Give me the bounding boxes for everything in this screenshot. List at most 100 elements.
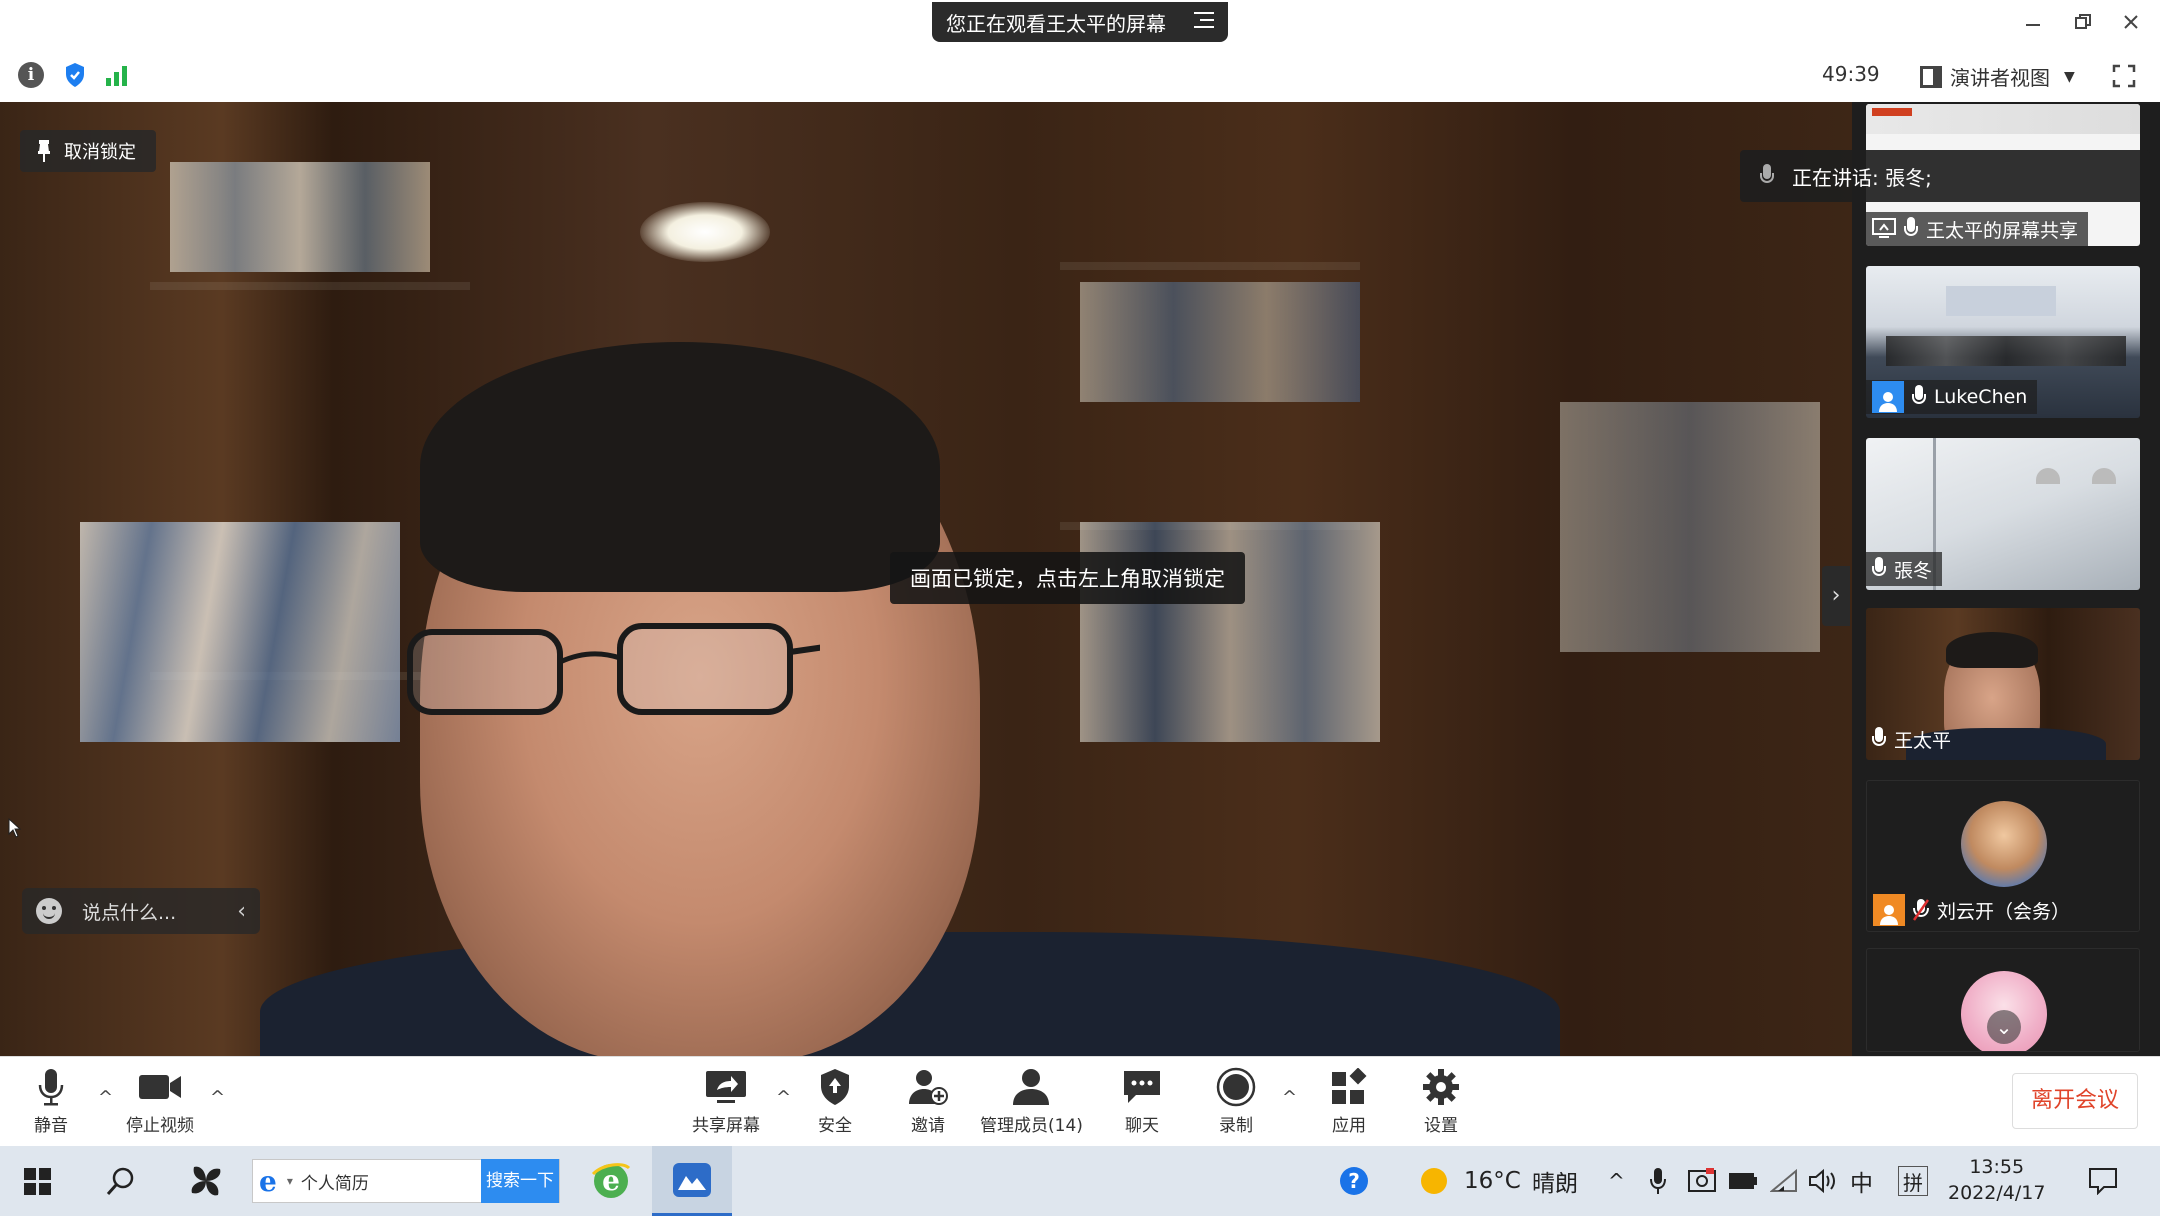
chevron-up-icon[interactable]: ^	[1608, 1146, 1625, 1216]
view-mode-dropdown[interactable]: 演讲者视图 ▼	[1920, 62, 2075, 91]
mouse-cursor-icon	[8, 818, 22, 838]
leave-meeting-button[interactable]: 离开会议	[2012, 1073, 2138, 1129]
screen-capture-icon[interactable]	[1688, 1146, 1716, 1216]
unpin-label: 取消锁定	[64, 142, 136, 163]
tile-label: 王太平	[1866, 722, 1961, 756]
mute-button[interactable]: 静音	[34, 1067, 68, 1136]
mic-icon	[1904, 217, 1918, 241]
info-icon[interactable]: i	[18, 62, 44, 88]
signal-icon[interactable]	[106, 64, 127, 86]
search-go-button[interactable]: 搜索一下	[481, 1159, 559, 1203]
meeting-toolbar: 静音 ^ 停止视频 ^ 共享屏幕 ^ 安全 邀请 管理成员(14) 聊天 录制 …	[0, 1056, 2160, 1146]
manage-members-button[interactable]: 管理成员(14)	[980, 1067, 1083, 1136]
system-clock[interactable]: 13:55 2022/4/17	[1948, 1154, 2045, 1206]
share-banner-text: 您正在观看王太平的屏幕	[946, 11, 1166, 36]
tile-label: 刘云开（会务）	[1867, 893, 2080, 927]
mic-icon	[1872, 557, 1886, 581]
participant-tile[interactable]: 王太平	[1866, 608, 2140, 760]
stop-video-button[interactable]: 停止视频	[126, 1067, 194, 1136]
weather-temperature[interactable]: 16°C	[1464, 1146, 1521, 1216]
invite-button[interactable]: 邀请	[908, 1067, 948, 1136]
chevron-down-icon[interactable]: ⌄	[1987, 1010, 2021, 1044]
volume-icon[interactable]	[1808, 1146, 1838, 1216]
shield-icon[interactable]	[64, 62, 86, 88]
books	[1560, 402, 1820, 652]
participant-tile[interactable]: 刘云开（会务）	[1866, 780, 2140, 932]
reaction-input-placeholder[interactable]: 说点什么...	[82, 898, 176, 925]
close-icon[interactable]	[2116, 10, 2146, 40]
participant-name: 王太平的屏幕共享	[1926, 219, 2079, 242]
unpin-button[interactable]: 取消锁定	[20, 130, 156, 172]
help-icon[interactable]: ?	[1338, 1146, 1370, 1216]
search-icon[interactable]	[106, 1146, 136, 1216]
mic-icon	[1872, 727, 1886, 751]
notification-center-icon[interactable]	[2088, 1146, 2118, 1216]
clock-time: 13:55	[1969, 1156, 2025, 1178]
chevron-up-icon[interactable]: ^	[210, 1087, 225, 1108]
chevron-down-icon: ▾	[286, 1174, 293, 1188]
meeting-app-taskbar-button[interactable]	[652, 1146, 732, 1216]
ime-mode-indicator[interactable]: 拼	[1898, 1166, 1928, 1196]
ceiling-lamp	[2092, 468, 2116, 484]
weather-description[interactable]: 晴朗	[1532, 1146, 1578, 1216]
shield-icon	[821, 1069, 849, 1105]
invite-label: 邀请	[911, 1116, 945, 1136]
menu-icon[interactable]	[1194, 12, 1214, 30]
wifi-icon[interactable]	[1770, 1146, 1798, 1216]
chevron-right-icon[interactable]: ›	[1822, 566, 1850, 626]
record-label: 录制	[1219, 1116, 1253, 1136]
emoji-icon[interactable]	[36, 898, 62, 924]
participant-hair	[420, 342, 940, 592]
mic-icon[interactable]	[1650, 1146, 1666, 1216]
settings-button[interactable]: 设置	[1422, 1067, 1460, 1136]
chevron-up-icon[interactable]: ^	[776, 1087, 791, 1108]
ceiling-lamp	[640, 202, 770, 262]
participant-name: 刘云开（会务）	[1937, 900, 2071, 923]
settings-label: 设置	[1424, 1116, 1458, 1136]
apps-label: 应用	[1332, 1116, 1366, 1136]
slide-preview-bar	[1872, 108, 1912, 116]
svg-text:?: ?	[1348, 1169, 1360, 1193]
battery-icon[interactable]	[1728, 1146, 1758, 1216]
ie-icon: e	[259, 1164, 277, 1198]
chevron-left-icon[interactable]: ‹	[237, 899, 246, 924]
start-button[interactable]	[24, 1146, 51, 1216]
participant-tile[interactable]: LukeChen	[1866, 266, 2140, 418]
apps-button[interactable]: 应用	[1330, 1067, 1368, 1136]
chat-button[interactable]: 聊天	[1122, 1067, 1162, 1136]
clock-date: 2022/4/17	[1948, 1182, 2046, 1204]
share-screen-button[interactable]: 共享屏幕	[692, 1067, 760, 1136]
user-avatar-icon	[1873, 894, 1905, 926]
security-button[interactable]: 安全	[818, 1067, 852, 1136]
view-mode-label: 演讲者视图	[1950, 66, 2050, 90]
bookshelf	[1060, 262, 1360, 270]
share-screen-icon	[706, 1071, 746, 1103]
apps-icon	[1332, 1068, 1367, 1104]
gear-icon	[1423, 1069, 1459, 1105]
mic-icon	[1912, 385, 1926, 409]
minimize-icon[interactable]	[2018, 10, 2048, 40]
pinwheel-app-icon[interactable]	[186, 1146, 226, 1216]
browser-icon[interactable]: e	[590, 1146, 632, 1216]
chevron-up-icon[interactable]: ^	[1282, 1087, 1297, 1108]
participant-hair	[1946, 632, 2038, 668]
participant-tile[interactable]: 張冬	[1866, 438, 2140, 590]
share-banner[interactable]: 您正在观看王太平的屏幕	[932, 2, 1228, 42]
participant-name: 王太平	[1894, 729, 1952, 752]
fullscreen-icon[interactable]	[2112, 64, 2136, 88]
windows-taskbar: e ▾ 个人简历 搜索一下 e ? 16°C 晴朗 ^ 中 拼 13:55 20…	[0, 1146, 2160, 1216]
chevron-up-icon[interactable]: ^	[98, 1087, 113, 1108]
weather-sun-icon[interactable]	[1418, 1146, 1450, 1216]
participant-name: 張冬	[1894, 559, 1933, 582]
record-button[interactable]: 录制	[1216, 1067, 1256, 1136]
reaction-bar[interactable]: 说点什么... ‹	[22, 888, 260, 934]
restore-icon[interactable]	[2068, 10, 2098, 40]
conference-screen	[1946, 286, 2056, 316]
security-label: 安全	[818, 1116, 852, 1136]
tile-label: LukeChen	[1866, 380, 2038, 414]
ime-language-indicator[interactable]: 中	[1850, 1146, 1873, 1216]
taskbar-search-text[interactable]: 个人简历	[301, 1169, 369, 1194]
taskbar-search-box[interactable]: e ▾ 个人简历 搜索一下	[252, 1159, 560, 1203]
mic-icon	[38, 1069, 64, 1106]
mute-label: 静音	[34, 1116, 68, 1136]
